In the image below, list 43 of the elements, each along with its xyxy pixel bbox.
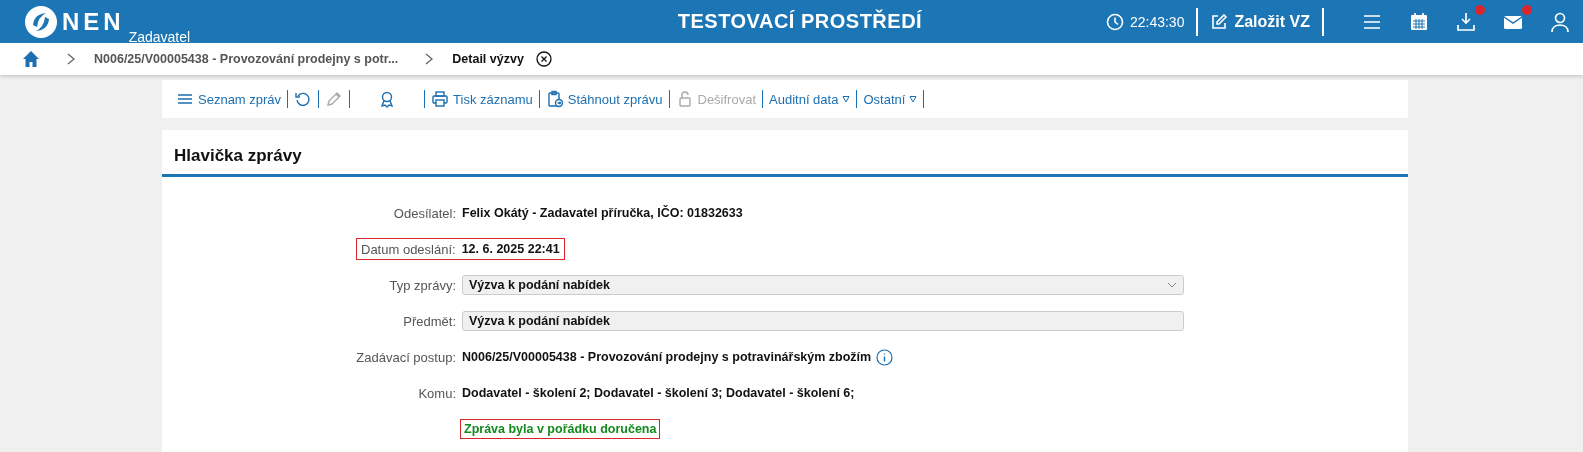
create-button[interactable]: Založit VZ	[1210, 12, 1310, 31]
calendar-icon[interactable]	[1408, 10, 1430, 33]
clock-icon	[1105, 12, 1124, 31]
user-icon[interactable]	[1549, 10, 1571, 33]
type-select[interactable]: Výzva k podání nabídek	[462, 275, 1184, 295]
refresh-icon	[294, 90, 313, 108]
subject-field[interactable]: Výzva k podání nabídek	[462, 311, 1184, 331]
clipboard-icon	[545, 90, 564, 108]
home-icon[interactable]	[22, 50, 40, 68]
edit-icon	[1210, 12, 1229, 31]
field-value: Felix Okátý - Zadavatel příručka, IČO: 01832633	[462, 206, 743, 220]
logo-icon	[24, 4, 58, 39]
breadcrumb-link[interactable]: N006/25/V00005438 - Provozování prodejny s potr...	[94, 52, 399, 66]
status-message: Zpráva byla v pořádku doručena	[460, 419, 661, 439]
field-value: Dodavatel - školení 2; Dodavatel - školení 3; Dodavatel - školení 6;	[462, 386, 855, 400]
section-title: Hlavička zprávy	[162, 130, 1408, 177]
logo-text: NEN	[62, 7, 125, 36]
clock-time: 22:43:30	[1129, 13, 1185, 30]
download-button[interactable]: Stáhnout zprávu	[539, 87, 669, 111]
info-icon[interactable]	[876, 348, 894, 366]
triangle-icon	[909, 95, 918, 103]
dropdown-button[interactable]: Ostatní	[857, 87, 924, 111]
download-icon[interactable]	[1455, 10, 1477, 33]
print-button[interactable]: Tisk záznamu	[425, 87, 539, 111]
field-label: Typ zprávy:	[389, 277, 456, 293]
field-label: Odesílatel:	[393, 205, 456, 221]
dropdown-button[interactable]: Auditní data	[763, 87, 857, 111]
field-label: Předmět:	[403, 313, 456, 329]
logo-subtitle: Zadavatel	[128, 28, 191, 45]
message-list-button[interactable]: Seznam zpráv	[170, 87, 288, 111]
field-label: Datum odeslání:	[361, 241, 456, 257]
caret-icon	[1167, 282, 1177, 288]
field-label: Komu:	[418, 385, 456, 401]
environment-title: TESTOVACÍ PROSTŘEDÍ	[676, 10, 924, 33]
chevron-icon	[424, 53, 435, 65]
chevron-icon	[66, 53, 76, 65]
field-value: 12. 6. 2025 22:41	[461, 242, 560, 256]
printer-icon	[431, 90, 450, 108]
breadcrumb-current: Detail výzvy	[452, 52, 524, 66]
field-label: Zadávací postup:	[356, 349, 456, 365]
field-value: N006/25/V00005438 - Provozování prodejny s potravinářským zbožím	[462, 350, 872, 364]
triangle-icon	[842, 95, 851, 103]
close-icon[interactable]	[535, 51, 552, 67]
